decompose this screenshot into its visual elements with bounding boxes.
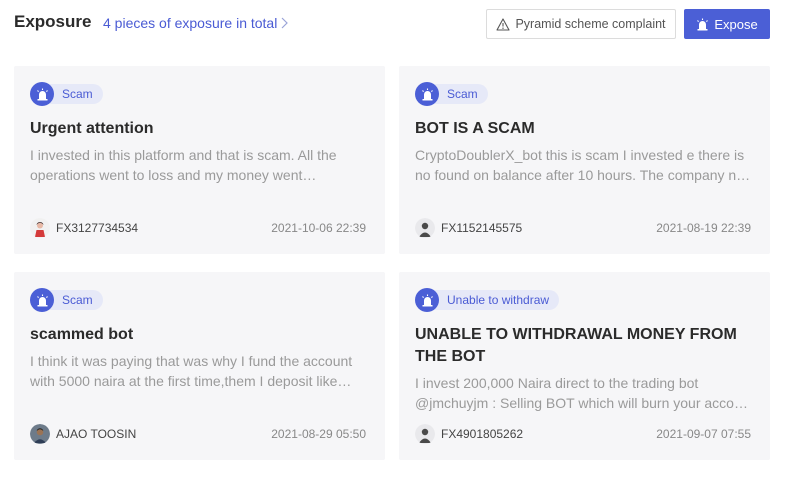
expose-button-label: Expose <box>714 16 758 32</box>
card-title: UNABLE TO WITHDRAWAL MONEY FROM THE BOT <box>415 326 737 365</box>
alarm-icon <box>415 82 439 106</box>
alarm-icon <box>415 288 439 312</box>
category-tag-label: Scam <box>48 84 103 104</box>
category-tag-label: Unable to withdraw <box>433 290 560 310</box>
post-date: 2021-10-06 22:39 <box>271 221 366 235</box>
post-date: 2021-08-19 22:39 <box>656 221 751 235</box>
card-title: scammed bot <box>30 326 134 343</box>
category-tag-label: Scam <box>48 290 103 310</box>
card-title: Urgent attention <box>30 120 154 137</box>
chevron-right-icon <box>281 17 289 29</box>
alarm-icon <box>697 18 709 30</box>
card-excerpt: CryptoDoublerX_bot this is scam I invest… <box>415 147 751 183</box>
avatar <box>30 218 50 238</box>
exposure-card[interactable]: Scam Urgent attention I invested in this… <box>14 66 385 254</box>
exposure-header: Exposure 4 pieces of exposure in total P… <box>0 0 792 48</box>
total-exposure-link[interactable]: 4 pieces of exposure in total <box>103 15 289 31</box>
post-date: 2021-08-29 05:50 <box>271 427 366 441</box>
user-name: FX4901805262 <box>441 427 524 441</box>
card-footer: FX4901805262 2021-09-07 07:55 <box>415 424 751 444</box>
complaint-button-label: Pyramid scheme complaint <box>515 17 666 31</box>
post-date: 2021-09-07 07:55 <box>656 427 751 441</box>
exposure-card[interactable]: Unable to withdraw UNABLE TO WITHDRAWAL … <box>399 272 770 460</box>
exposure-card[interactable]: Scam scammed bot I think it was paying t… <box>14 272 385 460</box>
card-title: BOT IS A SCAM <box>415 120 535 137</box>
warning-icon <box>496 17 511 31</box>
card-footer: AJAO TOOSIN 2021-08-29 05:50 <box>30 424 366 444</box>
card-excerpt: I invested in this platform and that is … <box>30 147 337 183</box>
card-footer: FX3127734534 2021-10-06 22:39 <box>30 218 366 238</box>
avatar <box>30 424 50 444</box>
user-name: FX3127734534 <box>56 221 139 235</box>
category-tag: Scam <box>30 288 103 312</box>
card-footer: FX1152145575 2021-08-19 22:39 <box>415 218 751 238</box>
exposure-card[interactable]: Scam BOT IS A SCAM CryptoDoublerX_bot th… <box>399 66 770 254</box>
card-excerpt: I invest 200,000 Naira direct to the tra… <box>415 375 748 411</box>
pyramid-scheme-complaint-button[interactable]: Pyramid scheme complaint <box>486 9 676 39</box>
category-tag: Unable to withdraw <box>415 288 560 312</box>
category-tag-label: Scam <box>433 84 488 104</box>
alarm-icon <box>30 82 54 106</box>
page-title: Exposure <box>14 12 92 31</box>
expose-button[interactable]: Expose <box>684 9 770 39</box>
avatar <box>415 218 435 238</box>
user-name: FX1152145575 <box>441 221 523 235</box>
total-exposure-label: 4 pieces of exposure in total <box>103 15 278 31</box>
user-name: AJAO TOOSIN <box>56 427 137 441</box>
category-tag: Scam <box>30 82 103 106</box>
card-excerpt: I think it was paying that was why I fun… <box>30 353 353 389</box>
avatar <box>415 424 435 444</box>
alarm-icon <box>30 288 54 312</box>
category-tag: Scam <box>415 82 488 106</box>
